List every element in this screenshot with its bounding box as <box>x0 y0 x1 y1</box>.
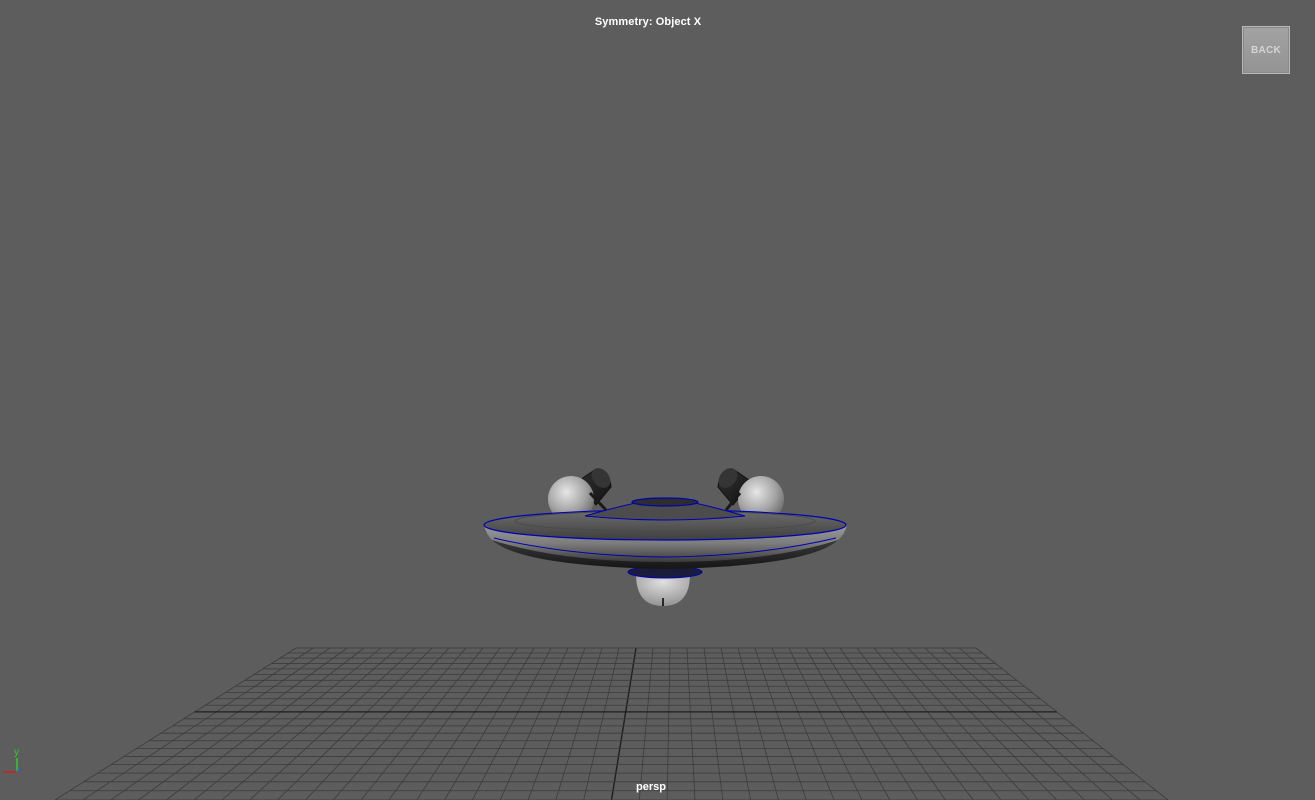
grid-line <box>249 647 416 800</box>
grid-line <box>221 647 399 800</box>
camera-name-label: persp <box>636 781 666 793</box>
grid-line <box>416 647 518 800</box>
grid-line <box>277 647 433 800</box>
grid-line <box>754 647 807 800</box>
axis-y-label: y <box>14 747 19 758</box>
grid-line <box>527 647 586 800</box>
grid-line <box>555 647 603 800</box>
scene-canvas[interactable] <box>0 0 1315 800</box>
grid-line <box>686 647 696 800</box>
grid-line <box>166 647 365 800</box>
grid-line <box>499 647 569 800</box>
grid-line <box>638 647 654 800</box>
grid-line <box>583 647 620 800</box>
grid-line <box>856 647 974 800</box>
grid-line <box>305 647 450 800</box>
grid-line <box>737 647 779 800</box>
grid-line <box>444 647 535 800</box>
grid-line <box>54 647 297 800</box>
grid-line <box>388 647 501 800</box>
grid-line <box>703 647 724 800</box>
grid-line <box>958 647 1141 800</box>
grid-line <box>110 647 331 800</box>
grid-line <box>941 647 1113 800</box>
grid-line <box>666 647 671 800</box>
grid-line <box>720 647 752 800</box>
grid-line <box>805 647 891 800</box>
grid-line <box>610 647 637 800</box>
grid-line <box>822 647 918 800</box>
grid-line <box>360 647 484 800</box>
lower-dome[interactable] <box>627 565 703 606</box>
symmetry-status: Symmetry: Object X <box>594 16 702 28</box>
grid-line <box>890 647 1030 800</box>
back-button[interactable]: BACK <box>1242 26 1290 74</box>
grid-line <box>138 647 348 800</box>
grid-line <box>82 647 314 800</box>
grid-line <box>788 647 863 800</box>
ground-grid <box>54 647 1169 800</box>
grid-line <box>771 647 835 800</box>
maya-viewport[interactable]: y Symmetry: Object X BACK persp <box>0 0 1315 800</box>
axis-gizmo-icon <box>3 758 20 773</box>
spaceship-model[interactable] <box>483 464 847 606</box>
grid-line <box>472 647 552 800</box>
